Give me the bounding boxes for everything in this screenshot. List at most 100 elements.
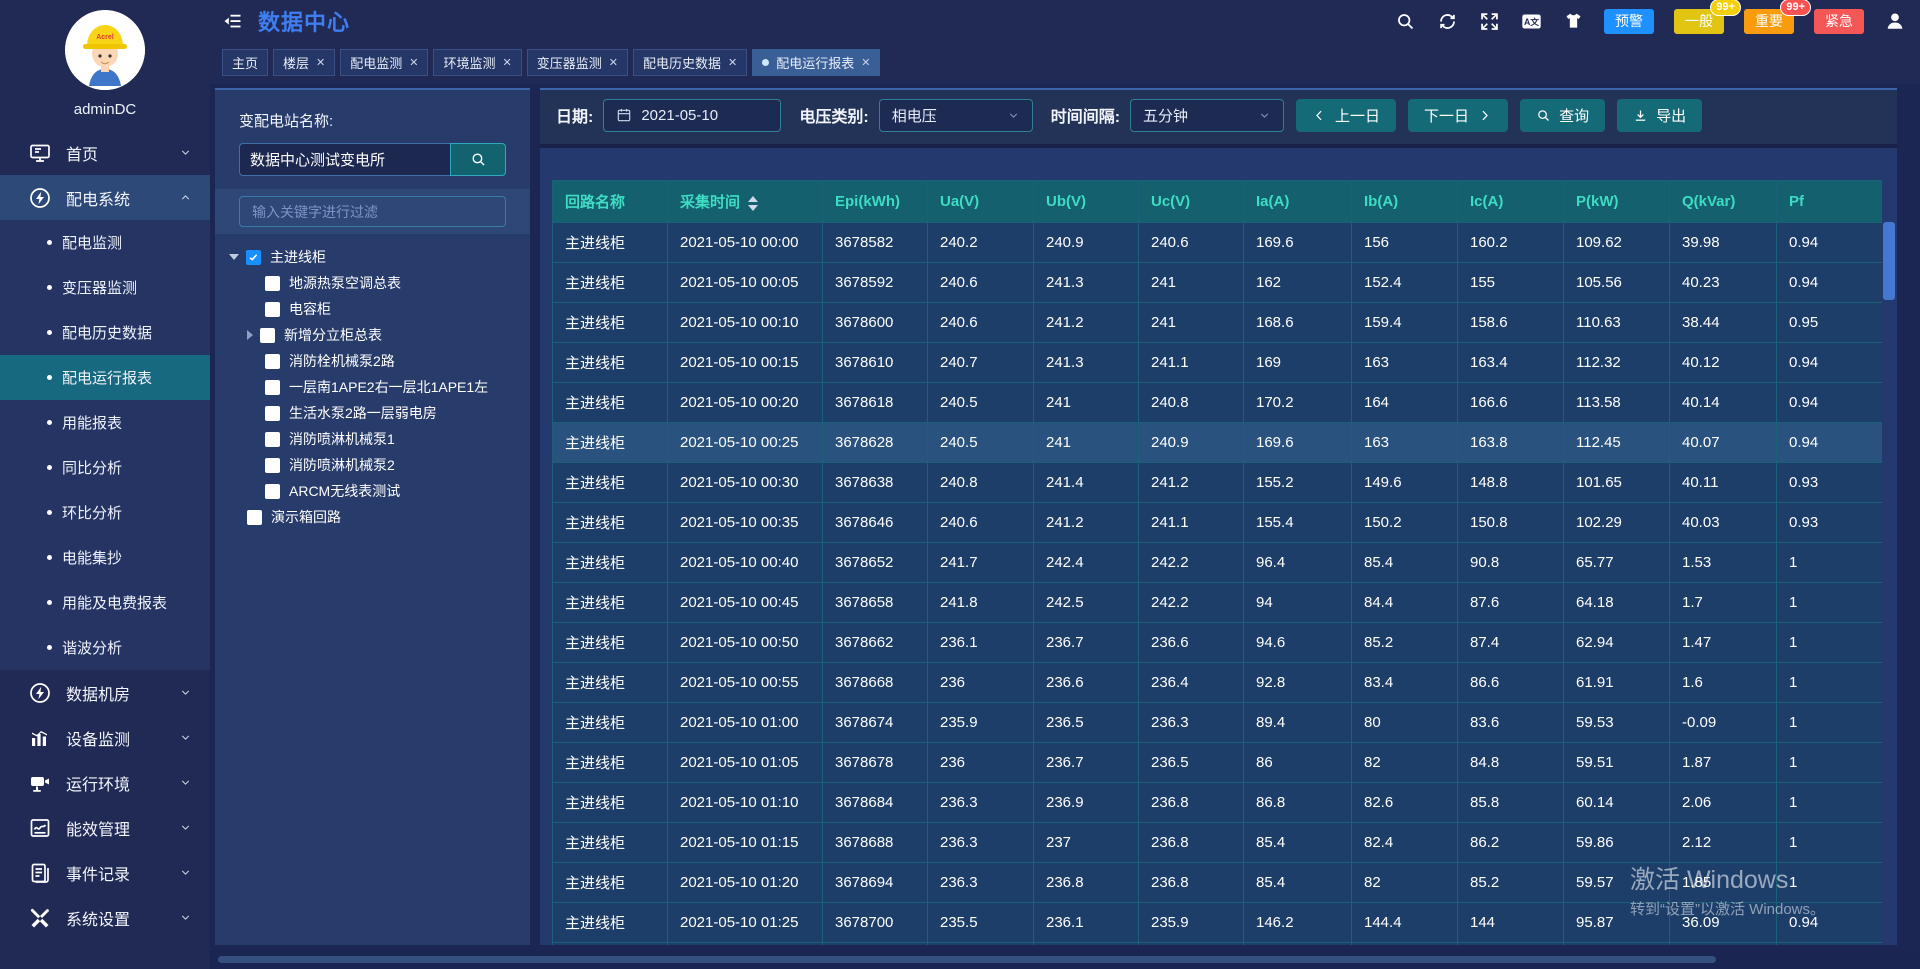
tree-node[interactable]: 电容柜 — [229, 296, 520, 322]
checkbox[interactable] — [265, 380, 280, 395]
checkbox[interactable] — [260, 328, 275, 343]
table-row[interactable]: 主进线柜2021-05-10 01:003678674235.9236.5236… — [553, 703, 1883, 743]
tree-node[interactable]: 一层南1APE2右一层北1APE1左 — [229, 374, 520, 400]
user-icon[interactable] — [1884, 10, 1906, 32]
interval-select[interactable]: 五分钟 — [1130, 99, 1284, 132]
sidebar-subitem-meter-reading[interactable]: 电能集抄 — [0, 535, 210, 580]
fullscreen-icon[interactable] — [1479, 11, 1500, 32]
sidebar-item-event-record[interactable]: 事件记录 — [0, 850, 210, 895]
sidebar-item-data-room[interactable]: 数据机房 — [0, 670, 210, 715]
translate-icon[interactable]: A文 — [1521, 11, 1542, 32]
theme-skin-icon[interactable] — [1563, 11, 1584, 32]
station-search-button[interactable] — [450, 143, 506, 176]
table-row[interactable]: 主进线柜2021-05-10 01:253678700235.5236.1235… — [553, 903, 1883, 943]
table-row[interactable]: 主进线柜2021-05-10 01:103678684236.3236.9236… — [553, 783, 1883, 823]
vertical-scrollbar-thumb[interactable] — [1883, 222, 1895, 300]
table-row[interactable]: 主进线柜2021-05-10 00:403678652241.7242.4242… — [553, 543, 1883, 583]
tree-node[interactable]: 消防喷淋机械泵2 — [229, 452, 520, 478]
table-row[interactable]: 主进线柜2021-05-10 00:153678610240.7241.3241… — [553, 343, 1883, 383]
tree-node[interactable]: ARCM无线表测试 — [229, 478, 520, 504]
tree-node[interactable]: 消防栓机械泵2路 — [229, 348, 520, 374]
checkbox[interactable] — [265, 354, 280, 369]
column-header[interactable]: 采集时间 — [668, 181, 823, 223]
caret-right-icon[interactable] — [247, 330, 253, 340]
table-cell — [823, 943, 928, 946]
table-row[interactable]: 主进线柜2021-05-10 00:553678668236236.6236.4… — [553, 663, 1883, 703]
checkbox[interactable] — [265, 406, 280, 421]
tree-node[interactable]: 主进线柜 — [229, 244, 520, 270]
alarm-badge-general[interactable]: 一般99+ — [1674, 9, 1724, 34]
checkbox[interactable] — [265, 484, 280, 499]
table-row[interactable]: 主进线柜2021-05-10 00:053678592240.6241.3241… — [553, 263, 1883, 303]
query-button[interactable]: 查询 — [1520, 99, 1605, 132]
table-row[interactable]: 主进线柜2021-05-10 00:303678638240.8241.4241… — [553, 463, 1883, 503]
close-icon[interactable]: ✕ — [609, 56, 618, 69]
tree-node[interactable]: 演示箱回路 — [229, 504, 520, 530]
prev-day-button[interactable]: 上一日 — [1296, 99, 1396, 132]
caret-down-icon[interactable] — [229, 254, 239, 260]
table-row[interactable]: 主进线柜2021-05-10 00:253678628240.5241240.9… — [553, 423, 1883, 463]
next-day-button[interactable]: 下一日 — [1408, 99, 1508, 132]
close-icon[interactable]: ✕ — [861, 56, 870, 69]
search-icon[interactable] — [1395, 11, 1416, 32]
station-search-input[interactable] — [239, 143, 450, 176]
alarm-badge-urgent[interactable]: 紧急 — [1814, 9, 1864, 34]
sidebar-item-home[interactable]: 首页 — [0, 130, 210, 175]
close-icon[interactable]: ✕ — [316, 56, 325, 69]
horizontal-scrollbar-thumb[interactable] — [218, 956, 1716, 963]
tab-floor[interactable]: 楼层✕ — [273, 49, 335, 76]
alarm-badge-important[interactable]: 重要99+ — [1744, 9, 1794, 34]
sort-icon[interactable] — [748, 196, 758, 211]
date-input[interactable]: 2021-05-10 — [603, 99, 781, 132]
sidebar-subitem-pd-monitor[interactable]: 配电监测 — [0, 220, 210, 265]
tree-filter-input[interactable] — [239, 196, 506, 227]
sidebar-subitem-yoy-analysis[interactable]: 同比分析 — [0, 445, 210, 490]
tab-pd-monitor[interactable]: 配电监测✕ — [340, 49, 428, 76]
checkbox[interactable] — [247, 510, 262, 525]
close-icon[interactable]: ✕ — [409, 56, 418, 69]
table-row[interactable]: 主进线柜2021-05-10 01:053678678236236.7236.5… — [553, 743, 1883, 783]
table-row[interactable]: 主进线柜2021-05-10 00:003678582240.2240.9240… — [553, 223, 1883, 263]
checkbox[interactable] — [265, 276, 280, 291]
table-row[interactable]: 主进线柜2021-05-10 01:153678688236.3237236.8… — [553, 823, 1883, 863]
table-row[interactable]: 主进线柜2021-05-10 01:203678694236.3236.8236… — [553, 863, 1883, 903]
tab-env-monitor[interactable]: 环境监测✕ — [433, 49, 521, 76]
sidebar-item-device-monitor[interactable]: 设备监测 — [0, 715, 210, 760]
sidebar-item-system-settings[interactable]: 系统设置 — [0, 895, 210, 940]
sidebar-subitem-energy-fee-report[interactable]: 用能及电费报表 — [0, 580, 210, 625]
tree-node[interactable]: 地源热泵空调总表 — [229, 270, 520, 296]
tab-home[interactable]: 主页 — [222, 49, 268, 76]
sidebar-subitem-harmonic-analysis[interactable]: 谐波分析 — [0, 625, 210, 670]
sidebar-item-energy-mgmt[interactable]: 能效管理 — [0, 805, 210, 850]
voltage-type-select[interactable]: 相电压 — [879, 99, 1033, 132]
tree-node[interactable]: 消防喷淋机械泵1 — [229, 426, 520, 452]
refresh-icon[interactable] — [1437, 11, 1458, 32]
close-icon[interactable]: ✕ — [503, 56, 512, 69]
sidebar-toggle-hamburger-icon[interactable] — [222, 11, 244, 31]
sidebar-item-runtime-env[interactable]: 运行环境 — [0, 760, 210, 805]
tab-transformer-monitor[interactable]: 变压器监测✕ — [527, 49, 628, 76]
alarm-badge-warning[interactable]: 预警 — [1604, 9, 1654, 34]
close-icon[interactable]: ✕ — [728, 56, 737, 69]
checkbox[interactable] — [265, 432, 280, 447]
sidebar-subitem-pd-report[interactable]: 配电运行报表 — [0, 355, 210, 400]
table-row[interactable]: 主进线柜2021-05-10 00:103678600240.6241.2241… — [553, 303, 1883, 343]
checkbox[interactable] — [265, 458, 280, 473]
table-row[interactable]: 主进线柜2021-05-10 00:503678662236.1236.7236… — [553, 623, 1883, 663]
sidebar-subitem-mom-analysis[interactable]: 环比分析 — [0, 490, 210, 535]
export-button[interactable]: 导出 — [1617, 99, 1702, 132]
tab-pd-report[interactable]: 配电运行报表✕ — [752, 49, 880, 76]
tree-node[interactable]: 新增分立柜总表 — [229, 322, 520, 348]
sidebar-subitem-energy-report[interactable]: 用能报表 — [0, 400, 210, 445]
tree-node[interactable]: 生活水泵2路一层弱电房 — [229, 400, 520, 426]
table-row[interactable]: 主进线柜2021-05-10 00:203678618240.5241240.8… — [553, 383, 1883, 423]
sidebar-item-power-distribution[interactable]: 配电系统 — [0, 175, 210, 220]
checkbox[interactable] — [265, 302, 280, 317]
table-row[interactable]: 主进线柜2021-05-10 00:353678646240.6241.2241… — [553, 503, 1883, 543]
checkbox[interactable] — [246, 250, 261, 265]
sidebar-subitem-transformer-monitor[interactable]: 变压器监测 — [0, 265, 210, 310]
sidebar-subitem-pd-history[interactable]: 配电历史数据 — [0, 310, 210, 355]
table-cell: 1.87 — [1670, 743, 1777, 783]
table-row[interactable]: 主进线柜2021-05-10 00:453678658241.8242.5242… — [553, 583, 1883, 623]
tab-pd-history[interactable]: 配电历史数据✕ — [633, 49, 747, 76]
